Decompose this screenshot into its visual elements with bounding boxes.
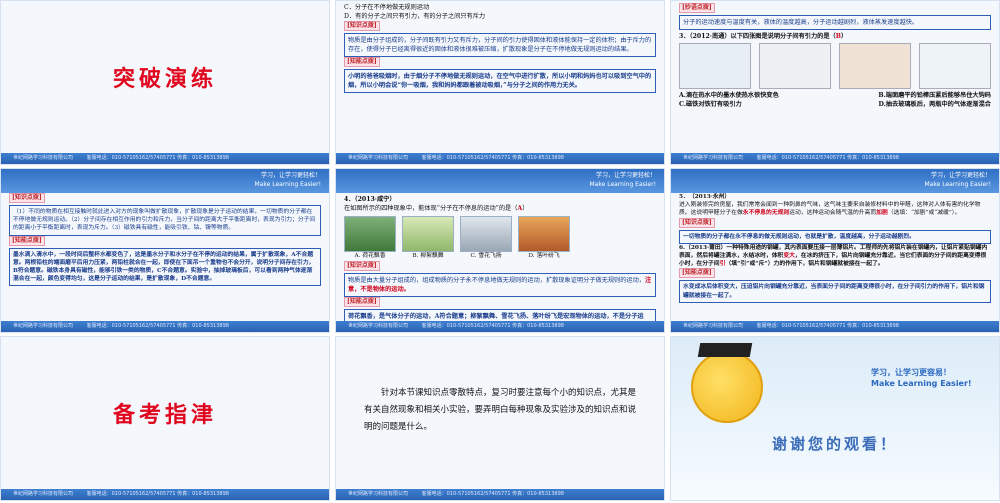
knowledge-tag: [知识点拨]	[344, 261, 380, 271]
footer-company: 世纪网路学习科技有限公司	[683, 155, 744, 161]
willow-photo	[402, 216, 454, 252]
closing-slogan: 学习，让学习更容易！ Make Learning Easier!	[871, 368, 972, 388]
slide-body: [妙语点拨] 分子的运动速度与温度有关，液体的温度越高，分子运动越剧烈，液体蒸发…	[679, 3, 991, 109]
slide-4[interactable]: 学习，让学习更轻松！ Make Learning Easier! [知识点拨] （…	[0, 168, 330, 333]
figure-image	[759, 43, 831, 89]
slide-5[interactable]: 学习，让学习更轻松！ Make Learning Easier! 4．（2013·…	[335, 168, 665, 333]
footer-company: 世纪网路学习科技有限公司	[348, 323, 409, 329]
slide-1[interactable]: 突破演练 世纪网路学习科技有限公司 客服电话：010-57105162/5740…	[0, 0, 330, 165]
figure-image	[919, 43, 991, 89]
leaves-photo	[518, 216, 570, 252]
slide-3[interactable]: [妙语点拨] 分子的运动速度与温度有关，液体的温度越高，分子运动越剧烈，液体蒸发…	[670, 0, 1000, 165]
footer-contact: 客服电话：010-57105162/57405771 传真：010-853138…	[756, 155, 899, 161]
slide-8[interactable]: 针对本节课知识点零散特点，复习时要注意每个小的知识点，尤其是有关自然现象和相关小…	[335, 336, 665, 501]
tip-box: 水变成冰后体积变大，压迫铝片向钢罐充分靠近，当表面分子间的距离变得很小时，在分子…	[679, 280, 991, 303]
footer-company: 世纪网路学习科技有限公司	[348, 491, 409, 497]
slide-grid: 突破演练 世纪网路学习科技有限公司 客服电话：010-57105162/5740…	[0, 0, 1000, 503]
mascot-logo	[691, 351, 763, 423]
knowledge-tag: [知识点拨]	[9, 193, 45, 203]
knowledge-box: 物质是由分子组成的，分子间既有引力又有斥力，分子间的引力使得固体和液体能保持一定…	[344, 33, 656, 57]
slide-body: [知识点拨] （1）不同的物质在相互接触时就此进入对方的现象叫做扩散现象，扩散现…	[9, 193, 321, 287]
footer-company: 世纪网路学习科技有限公司	[13, 491, 74, 497]
footer-company: 世纪网路学习科技有限公司	[13, 323, 74, 329]
footer-bar: 世纪网路学习科技有限公司 客服电话：010-57105162/57405771 …	[336, 489, 664, 500]
header-bar: 学习，让学习更轻松！ Make Learning Easier!	[671, 169, 999, 193]
header-slogan: 学习，让学习更轻松！ Make Learning Easier!	[589, 172, 657, 188]
question-4: 4．（2013·咸宁）	[344, 196, 396, 203]
header-slogan: 学习，让学习更轻松！ Make Learning Easier!	[254, 172, 322, 188]
tip-tag: [知能点拨]	[344, 297, 380, 307]
tip-tag: [知能点拨]	[344, 57, 380, 67]
options-row-1: A.滴在热水中的墨水使热水很快变色 B.端面磨平的铅棒压紧后能够吊住大钩码	[679, 92, 991, 99]
knowledge-box: （1）不同的物质在相互接触时就此进入对方的现象叫做扩散现象，扩散现象是分子运动的…	[9, 205, 321, 236]
figure-row	[679, 43, 991, 89]
slide-7[interactable]: 备考指津 世纪网路学习科技有限公司 客服电话：010-57105162/5740…	[0, 336, 330, 501]
knowledge-box: 一切物质的分子都在永不停息的做无规则运动，也就是扩散，温度越高，分子运动越剧烈。	[679, 229, 991, 244]
slide-6[interactable]: 学习，让学习更轻松！ Make Learning Easier! 5．（2013·…	[670, 168, 1000, 333]
figure-image	[839, 43, 911, 89]
options-row-2: C.磁铁对铁钉有吸引力 D.抽去玻璃板后，两瓶中的气体逐渐混合	[679, 101, 991, 108]
tip-tag: [知能点拨]	[9, 235, 45, 246]
slide-body: 针对本节课知识点零散特点，复习时要注意每个小的知识点，尤其是有关自然现象和相关小…	[364, 385, 644, 436]
summary-text: 针对本节课知识点零散特点，复习时要注意每个小的知识点，尤其是有关自然现象和相关小…	[364, 388, 637, 432]
header-bar: 学习，让学习更轻松！ Make Learning Easier!	[1, 169, 329, 193]
footer-bar: 世纪网路学习科技有限公司 客服电话：010-57105162/57405771 …	[671, 321, 999, 332]
slide-body: C．分子在不停地做无规则运动 D．有的分子之间只有引力，有的分子之间只有斥力 […	[344, 3, 656, 93]
slide-title: 备考指津	[112, 402, 217, 428]
header-slogan: 学习，让学习更轻松！ Make Learning Easier!	[924, 172, 992, 188]
slide-title: 突破演练	[112, 66, 217, 92]
footer-bar: 世纪网路学习科技有限公司 客服电话：010-57105162/57405771 …	[336, 153, 664, 164]
tip-tag: [妙语点拨]	[679, 3, 715, 13]
footer-bar: 世纪网路学习科技有限公司 客服电话：010-57105162/57405771 …	[336, 321, 664, 332]
tip-tag: [知能点拨]	[679, 268, 715, 279]
slide-body: 4．（2013·咸宁） 在如图所示的四种现象中，能体现“分子在不停息的运动”的是…	[344, 195, 656, 332]
footer-contact: 客服电话：010-57105162/57405771 传真：010-853138…	[86, 491, 229, 497]
question-6: 6.（2013·莆田）一种特殊用途的钢罐，其内表面要压接一层薄铝片。工程师的先将…	[679, 244, 988, 268]
photo-row	[344, 216, 656, 252]
slide-2[interactable]: C．分子在不停地做无规则运动 D．有的分子之间只有引力，有的分子之间只有斥力 […	[335, 0, 665, 165]
slide-9[interactable]: 学习，让学习更容易！ Make Learning Easier! 谢谢您的观看！	[670, 336, 1000, 501]
lotus-photo	[344, 216, 396, 252]
slide-body: 5．（2013·永州） 进入刚装修完的房屋，我们常常会闻到一种刺鼻的气味，这气味…	[679, 193, 991, 303]
figure-image	[679, 43, 751, 89]
footer-company: 世纪网路学习科技有限公司	[683, 323, 744, 329]
footer-company: 世纪网路学习科技有限公司	[348, 155, 409, 161]
tip-box: 小明的爸爸吸烟时，由于烟分子不停地做无规则运动，在空气中进行扩散，所以小明和妈妈…	[344, 69, 656, 93]
footer-contact: 客服电话：010-57105162/57405771 传真：010-853138…	[86, 155, 229, 161]
option-d: D．有的分子之间只有引力，有的分子之间只有斥力	[344, 13, 486, 20]
option-c: C．分子在不停地做无规则运动	[344, 4, 430, 11]
question-stem: 进入刚装修完的房屋，我们常常会闻到一种刺鼻的气味，这气味主要来自装修材料中的甲醛…	[679, 202, 981, 217]
header-bar: 学习，让学习更轻松！ Make Learning Easier!	[336, 169, 664, 193]
footer-company: 世纪网路学习科技有限公司	[13, 155, 74, 161]
footer-bar: 世纪网路学习科技有限公司 客服电话：010-57105162/57405771 …	[1, 321, 329, 332]
photo-captions: A. 荷花飘香 B. 柳絮飘舞 C. 雪花飞扬 D. 落叶纷飞	[354, 253, 560, 259]
knowledge-tag: [知识点拨]	[679, 217, 715, 228]
thanks-text: 谢谢您的观看！	[771, 435, 898, 453]
footer-bar: 世纪网路学习科技有限公司 客服电话：010-57105162/57405771 …	[1, 153, 329, 164]
graduation-cap-icon	[697, 343, 753, 357]
snow-photo	[460, 216, 512, 252]
footer-contact: 客服电话：010-57105162/57405771 传真：010-853138…	[421, 491, 564, 497]
tip-box: 分子的运动速度与温度有关，液体的温度越高，分子运动越剧烈，液体蒸发速度越快。	[679, 15, 991, 30]
footer-contact: 客服电话：010-57105162/57405771 传真：010-853138…	[421, 155, 564, 161]
footer-bar: 世纪网路学习科技有限公司 客服电话：010-57105162/57405771 …	[1, 489, 329, 500]
footer-contact: 客服电话：010-57105162/57405771 传真：010-853138…	[756, 323, 899, 329]
knowledge-tag: [知识点拨]	[344, 21, 380, 31]
tip-box: 墨水滴入清水中，一段时间后整杯水都变色了，这是墨水分子和水分子在不停的运动的结果…	[9, 247, 321, 287]
footer-bar: 世纪网路学习科技有限公司 客服电话：010-57105162/57405771 …	[671, 153, 999, 164]
footer-contact: 客服电话：010-57105162/57405771 传真：010-853138…	[421, 323, 564, 329]
question-3: 3．（2012·南通）以下四张图是说明分子间有引力的是（B）	[679, 33, 848, 40]
knowledge-box: 物质是由大量分子组成的，组成物质的分子永不停息地做无规则的运动，扩散现象证明分子…	[344, 273, 656, 297]
question-5: 5．（2013·永州）	[679, 194, 731, 200]
question-stem: 在如图所示的四种现象中，能体现“分子在不停息的运动”的是（A）	[344, 205, 529, 212]
footer-contact: 客服电话：010-57105162/57405771 传真：010-853138…	[86, 323, 229, 329]
